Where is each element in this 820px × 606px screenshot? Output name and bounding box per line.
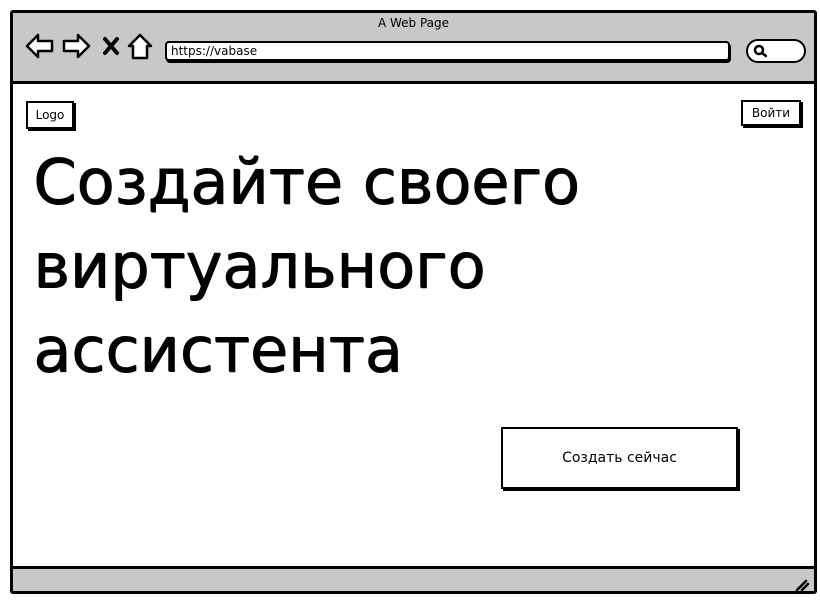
home-icon[interactable]: [127, 31, 153, 61]
back-arrow-icon[interactable]: [25, 31, 55, 61]
login-button[interactable]: Войти: [741, 100, 801, 126]
create-now-button[interactable]: Создать сейчас: [501, 427, 738, 489]
status-bar: [13, 566, 814, 592]
address-url: https://vabase: [171, 44, 258, 58]
browser-toolbar: A Web Page https://vabase: [13, 13, 814, 84]
logo[interactable]: Logo: [26, 101, 74, 129]
hero-title-line-1: Создайте своего: [33, 145, 580, 218]
search-icon: [753, 44, 767, 58]
hero-title-line-2: виртуального: [33, 229, 486, 302]
browser-window: A Web Page https://vabase Logo Войти Соз…: [10, 10, 817, 594]
hero-title-line-3: ассистента: [33, 313, 403, 386]
search-button[interactable]: [746, 39, 806, 63]
address-bar[interactable]: https://vabase: [165, 41, 730, 61]
window-title: A Web Page: [377, 16, 450, 30]
close-icon[interactable]: [101, 31, 121, 61]
forward-arrow-icon[interactable]: [61, 31, 91, 61]
hero-title: Создайте своего виртуального ассистента: [33, 140, 673, 392]
resize-grip-icon[interactable]: [794, 576, 810, 592]
